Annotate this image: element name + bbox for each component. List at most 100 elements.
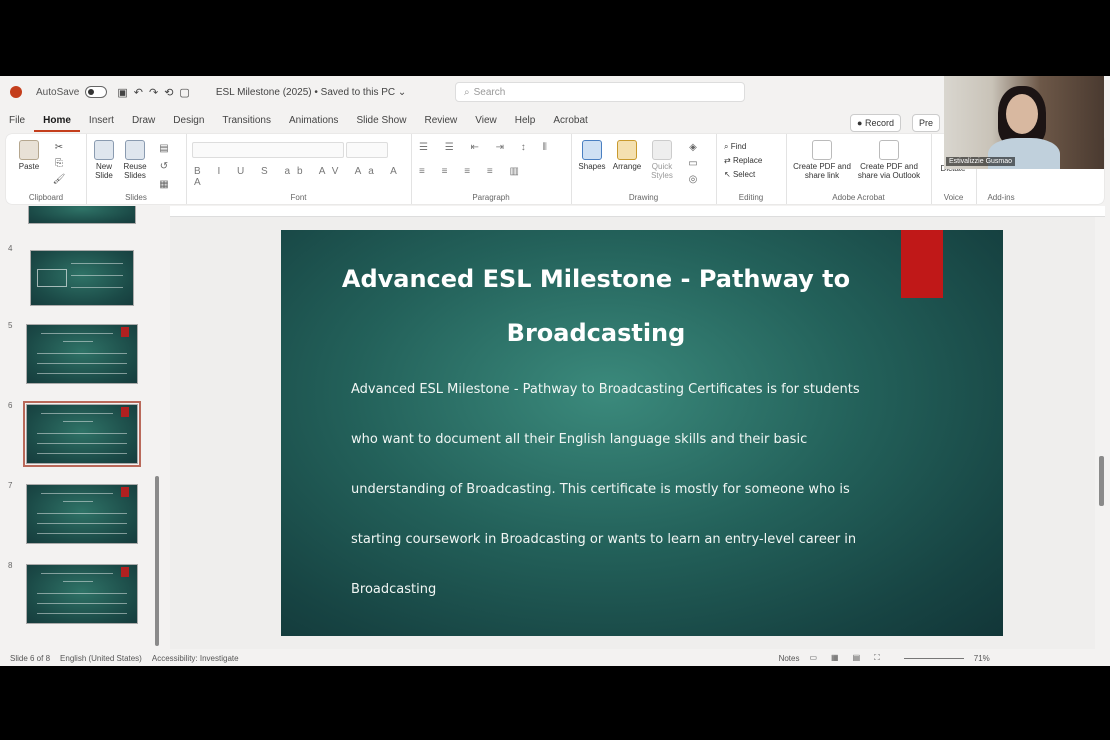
tab-design[interactable]: Design — [164, 110, 213, 132]
arrange-label: Arrange — [612, 162, 642, 171]
thumbnail-line — [41, 333, 113, 334]
shapes-label: Shapes — [578, 162, 606, 171]
slide-number: 6 — [8, 401, 13, 410]
new-slide-button[interactable]: New Slide — [90, 140, 118, 180]
thumbnail-line — [37, 533, 127, 534]
record-icon: ● — [857, 118, 863, 128]
search-icon: ⌕ — [464, 86, 470, 98]
slide-red-accent — [901, 230, 943, 298]
tab-review[interactable]: Review — [415, 110, 466, 132]
slide-thumbnail[interactable] — [30, 250, 134, 306]
create-pdf-outlook-label: Create PDF and share via Outlook — [857, 162, 921, 180]
thumbnail-line — [37, 513, 127, 514]
thumbnail-line — [63, 421, 93, 422]
slide-body-line: understanding of Broadcasting. This cert… — [351, 482, 850, 497]
font-format-icons[interactable]: B I U S ab AV Aa A A — [194, 166, 411, 188]
tab-animations[interactable]: Animations — [280, 110, 347, 132]
thumbnail-red-bar — [121, 407, 129, 417]
slide-scrollbar[interactable] — [1099, 456, 1104, 506]
create-pdf-outlook-button[interactable]: Create PDF and share via Outlook — [856, 140, 922, 180]
record-button[interactable]: ● Record — [850, 114, 901, 132]
create-pdf-share-button[interactable]: Create PDF and share link — [792, 140, 852, 180]
clipboard-label: Clipboard — [28, 193, 64, 202]
slide-body-line: who want to document all their English l… — [351, 432, 808, 447]
paste-label: Paste — [18, 162, 40, 171]
slide-number: 5 — [8, 321, 13, 330]
record-label: Record — [864, 118, 894, 128]
slide-title[interactable]: Advanced ESL Milestone - Pathway to Broa… — [321, 252, 871, 360]
reuse-slides-button[interactable]: Reuse Slides — [120, 140, 150, 180]
thumbnail-line — [37, 363, 127, 364]
font-size-select[interactable] — [346, 142, 388, 158]
tab-help[interactable]: Help — [506, 110, 545, 132]
autosave-label: AutoSave — [36, 86, 80, 98]
autosave-toggle[interactable] — [85, 86, 108, 98]
shapes-button[interactable]: Shapes — [577, 140, 607, 171]
tab-view[interactable]: View — [466, 110, 506, 132]
tab-slide-show[interactable]: Slide Show — [347, 110, 415, 132]
cut-copy-format-icons[interactable]: ✂ ⎘ 🖌 — [50, 140, 68, 188]
zoom-slider[interactable] — [903, 657, 964, 659]
find-label: Find — [730, 142, 747, 151]
slide-thumbnail[interactable] — [26, 564, 138, 624]
slide-body-line: Broadcasting — [351, 582, 437, 597]
shape-format-icons[interactable]: ◈ ▭ ◎ — [683, 140, 703, 188]
search-input[interactable]: ⌕ Search — [455, 82, 745, 102]
slide-thumbnail[interactable] — [26, 484, 138, 544]
thumbnail-red-bar — [121, 487, 129, 497]
font-name-select[interactable] — [192, 142, 344, 158]
replace-button[interactable]: ⇄ Replace — [724, 154, 762, 168]
slide-body-line: starting coursework in Broadcasting or w… — [351, 532, 857, 547]
select-label: Select — [732, 170, 756, 179]
thumbnail-scrollbar[interactable] — [155, 476, 159, 646]
addins-label: Add-ins — [987, 193, 1015, 202]
paste-button[interactable]: Paste — [14, 140, 44, 171]
slides-group: New Slide Reuse Slides ▤ ↺ ▦ Slides — [86, 134, 187, 204]
slide-number: 7 — [8, 481, 13, 490]
pdf-outlook-icon — [879, 140, 899, 160]
slide-thumbnail-selected[interactable] — [23, 401, 141, 467]
slide-thumbnail[interactable] — [26, 324, 138, 384]
find-button[interactable]: ⌕ Find — [724, 140, 762, 154]
ribbon: Paste ✂ ⎘ 🖌 Clipboard New Slide Reuse Slid… — [6, 134, 1104, 204]
arrange-icon — [617, 140, 637, 160]
thumbnail-red-bar — [121, 327, 129, 337]
tab-draw[interactable]: Draw — [123, 110, 164, 132]
clipboard-group: Paste ✂ ⎘ 🖌 Clipboard — [6, 134, 87, 204]
tab-insert[interactable]: Insert — [80, 110, 123, 132]
tab-transitions[interactable]: Transitions — [213, 110, 280, 132]
notes-button[interactable]: Notes — [779, 654, 800, 663]
arrange-button[interactable]: Arrange — [611, 140, 643, 171]
slide-canvas: Advanced ESL Milestone - Pathway to Broa… — [170, 217, 1095, 649]
thumbnail-line — [37, 613, 127, 614]
layout-icons[interactable]: ▤ ↺ ▦ — [154, 140, 174, 194]
view-icons[interactable]: ▭▦▤⛶ — [809, 653, 893, 663]
quick-styles-button[interactable]: Quick Styles — [647, 140, 677, 180]
select-button[interactable]: ↖ Select — [724, 168, 762, 182]
zoom-level[interactable]: 71% — [974, 654, 990, 663]
editing-group: ⌕ Find ⇄ Replace ↖ Select Editing — [716, 134, 787, 204]
slide-thumbnail[interactable] — [28, 206, 136, 224]
list-icons[interactable]: ☰ ☰ ⇤ ⇥ ↕ ⫴ — [419, 142, 554, 153]
horizontal-ruler — [170, 206, 1105, 217]
tab-home[interactable]: Home — [34, 110, 80, 132]
tab-acrobat[interactable]: Acrobat — [544, 110, 596, 132]
align-icons[interactable]: ≡ ≡ ≡ ≡ ▥ — [419, 166, 526, 177]
thumbnail-line — [63, 581, 93, 582]
tab-file[interactable]: File — [0, 110, 34, 132]
adobe-group: Create PDF and share link Create PDF and… — [786, 134, 932, 204]
quick-access-icons[interactable]: ▣↶↷⟲▢ — [117, 86, 195, 99]
thumbnail-line — [71, 275, 123, 276]
presenter-name: Estivalizzie Gusmao — [946, 157, 1016, 166]
accessibility-status[interactable]: Accessibility: Investigate — [152, 654, 239, 663]
slide-body[interactable]: Advanced ESL Milestone - Pathway to Broa… — [351, 365, 911, 615]
slide[interactable]: Advanced ESL Milestone - Pathway to Broa… — [281, 230, 1003, 636]
present-button[interactable]: Pre — [912, 114, 941, 132]
paragraph-label: Paragraph — [472, 193, 510, 202]
drawing-label: Drawing — [628, 193, 659, 202]
document-title[interactable]: ESL Milestone (2025) • Saved to this PC … — [216, 87, 407, 98]
present-label: Pre — [919, 118, 934, 128]
font-group: B I U S ab AV Aa A A Font — [186, 134, 412, 204]
language-status[interactable]: English (United States) — [60, 654, 142, 663]
drawing-group: Shapes Arrange Quick Styles ◈ ▭ ◎ Drawing — [571, 134, 717, 204]
